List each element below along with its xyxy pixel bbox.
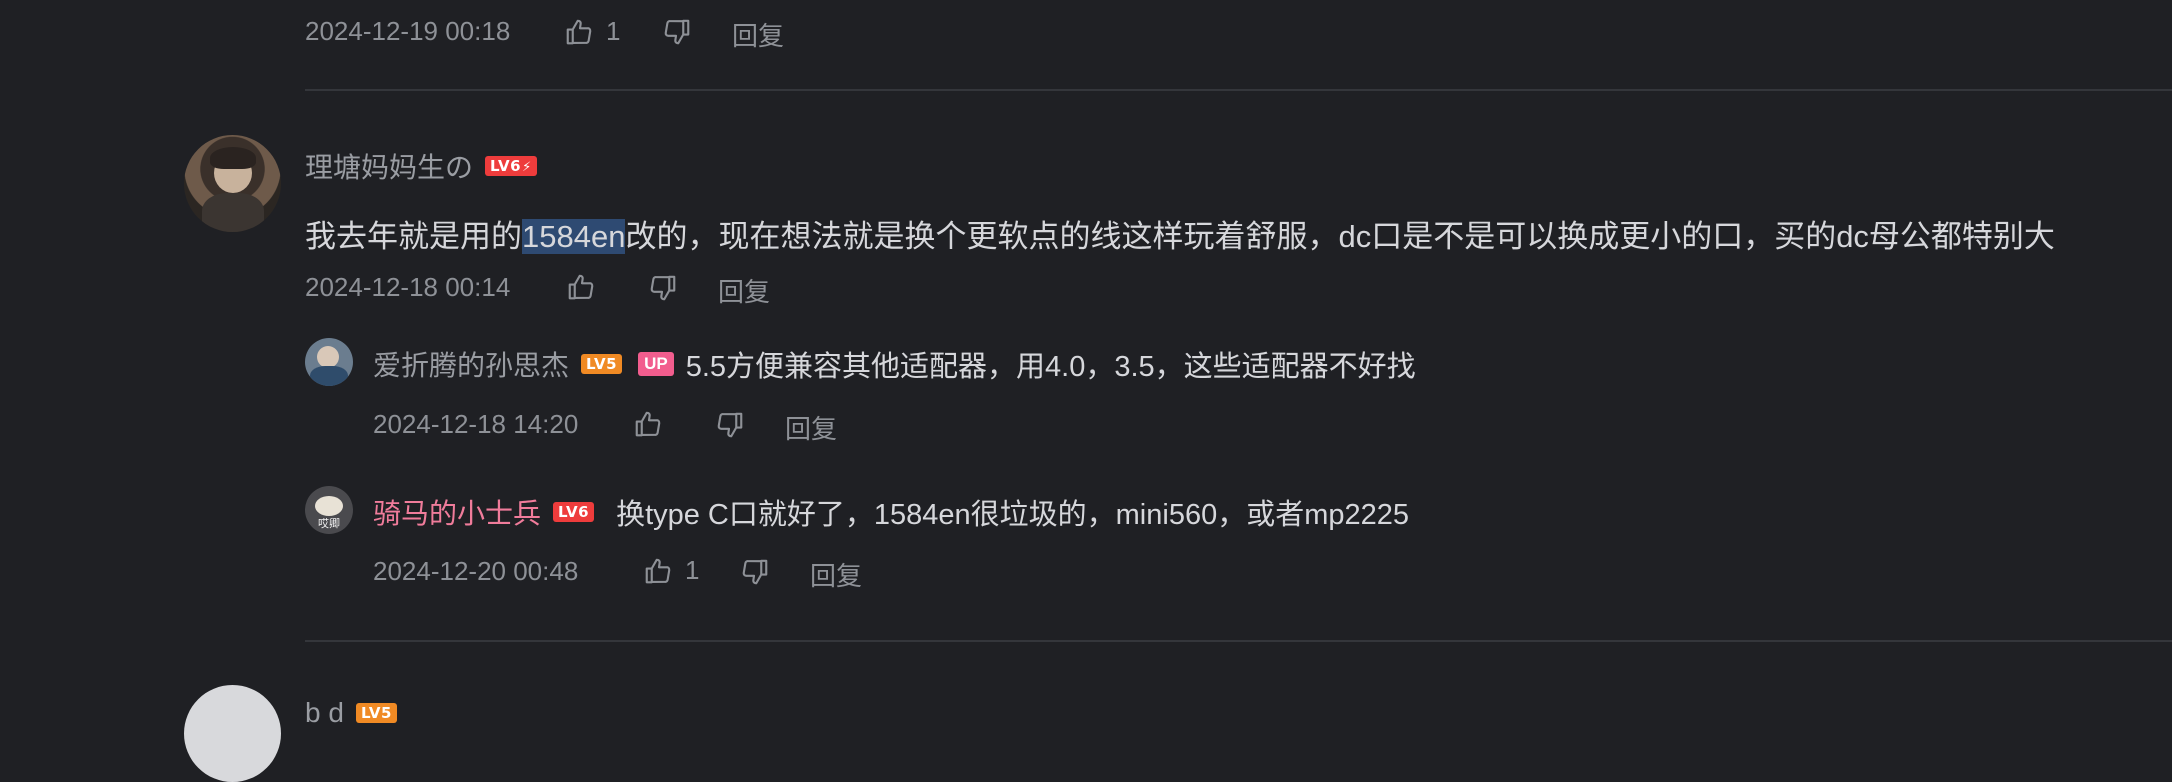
reply-username[interactable]: 骑马的小士兵 — [373, 492, 541, 532]
thumbs-up-icon — [564, 17, 594, 47]
level-badge: LV5 — [581, 354, 623, 374]
comment-header: 理塘妈妈生の LV6 — [305, 146, 537, 186]
thumbs-down-icon — [717, 412, 743, 438]
level-badge: LV5 — [355, 703, 397, 723]
thumbs-down-icon — [742, 559, 768, 585]
comment-divider — [305, 640, 2172, 642]
like-button[interactable]: 1 — [564, 16, 620, 47]
reply-timestamp: 2024-12-18 14:20 — [373, 409, 579, 439]
up-badge: UP — [638, 352, 674, 376]
username[interactable]: 理塘妈妈生の — [305, 146, 473, 186]
dislike-button[interactable] — [648, 273, 678, 303]
like-count: 1 — [606, 16, 621, 46]
comment-divider — [305, 89, 2172, 91]
like-count: 1 — [685, 555, 700, 585]
reply-button[interactable]: 回复 — [732, 16, 784, 53]
thumbs-up-icon — [568, 274, 594, 300]
reply-line: 骑马的小士兵 LV6 换type C口就好了，1584en很垃圾的，mini56… — [373, 491, 1409, 533]
dislike-button[interactable] — [662, 17, 692, 47]
level-badge: LV6 — [553, 502, 595, 522]
reply-button[interactable]: 回复 — [785, 409, 837, 446]
level-badge: LV6 — [485, 156, 537, 176]
avatar-caption: 哎卿 — [318, 518, 340, 530]
reply-line: 爱折腾的孙思杰 LV5 UP 5.5方便兼容其他适配器，用4.0，3.5，这些适… — [373, 343, 1416, 385]
like-button[interactable] — [566, 272, 596, 302]
reply-avatar[interactable]: 哎卿 — [305, 486, 353, 534]
avatar[interactable] — [184, 685, 281, 782]
reply-button[interactable]: 回复 — [810, 556, 862, 593]
thumbs-down-icon — [650, 275, 676, 301]
dislike-button[interactable] — [740, 557, 770, 587]
reply-text: 换type C口就好了，1584en很垃圾的，mini560，或者mp2225 — [616, 499, 1410, 531]
reply-timestamp: 2024-12-20 00:48 — [373, 556, 579, 586]
comment-text-before: 我去年就是用的 — [305, 219, 522, 254]
reply-username[interactable]: 爱折腾的孙思杰 — [373, 344, 569, 384]
like-button[interactable]: 1 — [643, 555, 699, 586]
dislike-button[interactable] — [715, 410, 745, 440]
comment-text: 我去年就是用的1584en改的，现在想法就是换个更软点的线这样玩着舒服，dc口是… — [305, 211, 2055, 256]
username[interactable]: b d — [305, 697, 344, 729]
thumbs-down-icon — [664, 19, 690, 45]
selected-text: 1584en — [522, 219, 626, 254]
reply-text: 5.5方便兼容其他适配器，用4.0，3.5，这些适配器不好找 — [685, 351, 1416, 383]
reply-avatar[interactable] — [305, 338, 353, 386]
avatar[interactable] — [184, 135, 281, 232]
comment-header: b d LV5 — [305, 697, 397, 729]
comment-text-after: 改的，现在想法就是换个更软点的线这样玩着舒服，dc口是不是可以换成更小的口，买的… — [625, 219, 2055, 254]
comment-timestamp: 2024-12-19 00:18 — [305, 16, 511, 46]
reply-button[interactable]: 回复 — [718, 272, 770, 309]
thumbs-up-icon — [635, 411, 661, 437]
comment-timestamp: 2024-12-18 00:14 — [305, 272, 511, 302]
thumbs-up-icon — [643, 556, 673, 586]
like-button[interactable] — [633, 409, 663, 439]
